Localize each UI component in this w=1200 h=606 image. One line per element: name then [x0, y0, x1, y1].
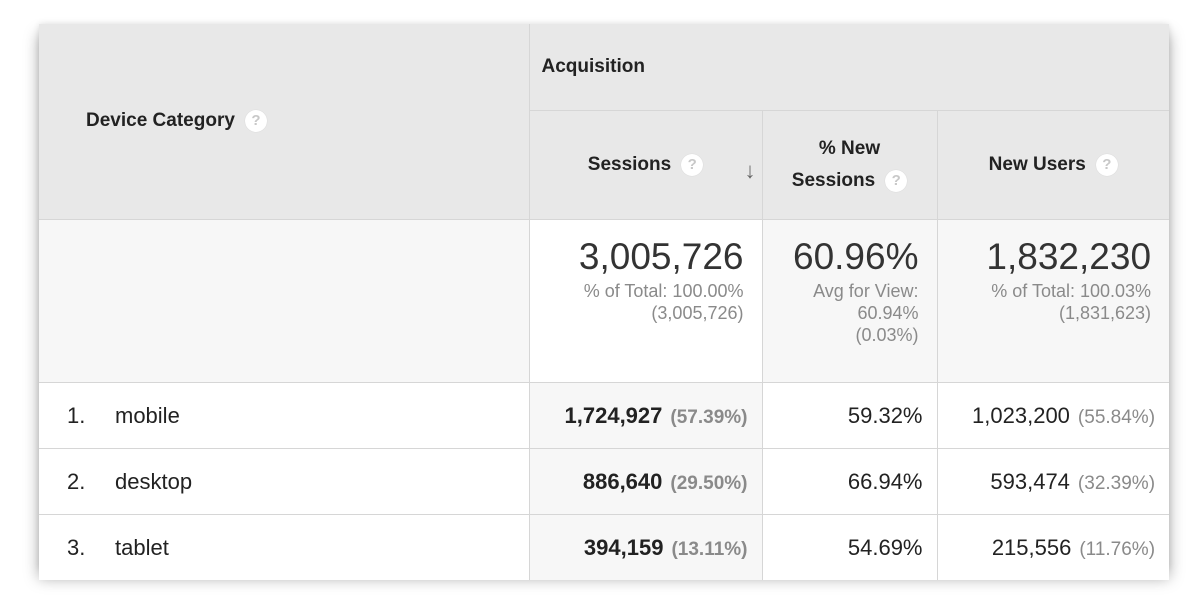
row-index: 1. — [67, 402, 86, 428]
sessions-cell: 1,724,927 (57.39%) — [528, 382, 763, 449]
help-icon[interactable]: ? — [244, 110, 267, 133]
sort-descending-icon[interactable]: ↓ — [745, 155, 756, 187]
table-row: 1. mobile 1,724,927 (57.39%) 59.32% 1,023,… — [39, 382, 1170, 449]
header-new-users[interactable]: New Users? — [936, 110, 1170, 220]
new-sessions-cell: 54.69% — [761, 514, 938, 580]
device-cell[interactable]: 3. tablet — [39, 514, 530, 580]
sessions-value: 886,640 — [582, 468, 663, 494]
totals-new-sessions-delta: (0.03%) — [855, 325, 919, 345]
totals-sessions-cell: 3,005,726 % of Total: 100.00% (3,005,726… — [528, 219, 763, 383]
header-new-sessions-label-line1: % New — [818, 138, 881, 159]
new-users-pct: (32.39%) — [1077, 472, 1156, 494]
header-new-sessions[interactable]: % New Sessions? — [761, 110, 938, 220]
new-users-pct: (11.76%) — [1079, 538, 1156, 560]
sessions-value: 1,724,927 — [564, 402, 663, 428]
totals-sessions-value: 3,005,726 — [578, 236, 744, 277]
new-sessions-value: 66.94% — [847, 468, 923, 494]
new-users-cell: 215,556 (11.76%) — [936, 514, 1170, 580]
sessions-pct: (13.11%) — [671, 538, 748, 560]
new-users-pct: (55.84%) — [1077, 406, 1156, 428]
report-table-card: Device Category? Acquisition Sessions? ↓… — [39, 24, 1170, 580]
totals-row: 3,005,726 % of Total: 100.00% (3,005,726… — [39, 219, 1170, 383]
totals-new-sessions-cell: 60.96% Avg for View: 60.94% (0.03%) — [761, 219, 938, 383]
totals-dimension-cell — [39, 219, 530, 383]
acquisition-label: Acquisition — [541, 56, 645, 77]
device-cell[interactable]: 1. mobile — [39, 382, 530, 449]
table-row: 3. tablet 394,159 (13.11%) 54.69% 215,556 (… — [39, 514, 1170, 580]
totals-sessions-abs: (3,005,726) — [651, 303, 744, 323]
header-new-users-label: New Users — [988, 154, 1086, 175]
totals-new-sessions-value: 60.96% — [793, 236, 919, 277]
sessions-pct: (29.50%) — [670, 472, 748, 494]
row-index: 3. — [67, 534, 86, 560]
device-name-link[interactable]: tablet — [115, 535, 169, 560]
row-index: 2. — [67, 468, 86, 494]
new-users-cell: 1,023,200 (55.84%) — [936, 382, 1170, 449]
new-sessions-value: 59.32% — [847, 402, 923, 428]
sessions-cell: 394,159 (13.11%) — [528, 514, 763, 580]
new-sessions-cell: 59.32% — [761, 382, 938, 449]
device-cell[interactable]: 2. desktop — [39, 448, 530, 515]
totals-new-users-abs: (1,831,623) — [1058, 303, 1152, 323]
sessions-value: 394,159 — [583, 534, 664, 560]
new-users-cell: 593,474 (32.39%) — [936, 448, 1170, 515]
totals-new-users-cell: 1,832,230 % of Total: 100.03% (1,831,623… — [936, 219, 1170, 383]
sessions-pct: (57.39%) — [670, 406, 748, 428]
help-icon[interactable]: ? — [1095, 153, 1118, 176]
totals-new-sessions-label: Avg for View: — [813, 281, 919, 301]
device-name-link[interactable]: desktop — [115, 469, 192, 494]
header-device-category-label: Device Category — [86, 110, 235, 132]
help-icon[interactable]: ? — [885, 169, 908, 192]
header-acquisition-group: Acquisition — [528, 24, 1170, 111]
new-sessions-value: 54.69% — [847, 534, 923, 560]
new-sessions-cell: 66.94% — [761, 448, 938, 515]
totals-sessions-pct: % of Total: 100.00% — [583, 281, 744, 301]
totals-new-users-value: 1,832,230 — [986, 236, 1152, 277]
header-sessions-label: Sessions — [587, 154, 672, 175]
new-users-value: 215,556 — [991, 534, 1072, 560]
totals-new-users-pct: % of Total: 100.03% — [991, 281, 1152, 301]
new-users-value: 1,023,200 — [972, 402, 1070, 428]
help-icon[interactable]: ? — [681, 153, 704, 176]
sessions-cell: 886,640 (29.50%) — [528, 448, 763, 515]
new-users-value: 593,474 — [990, 468, 1070, 494]
header-new-sessions-label-line2: Sessions — [791, 170, 876, 191]
header-device-category[interactable]: Device Category? — [39, 24, 530, 220]
totals-new-sessions-avg: 60.94% — [857, 303, 919, 323]
header-sessions[interactable]: Sessions? ↓ — [529, 110, 763, 220]
device-name-link[interactable]: mobile — [115, 403, 180, 428]
table-row: 2. desktop 886,640 (29.50%) 66.94% 593,474… — [39, 448, 1170, 515]
device-category-table: Device Category? Acquisition Sessions? ↓… — [39, 24, 1170, 580]
